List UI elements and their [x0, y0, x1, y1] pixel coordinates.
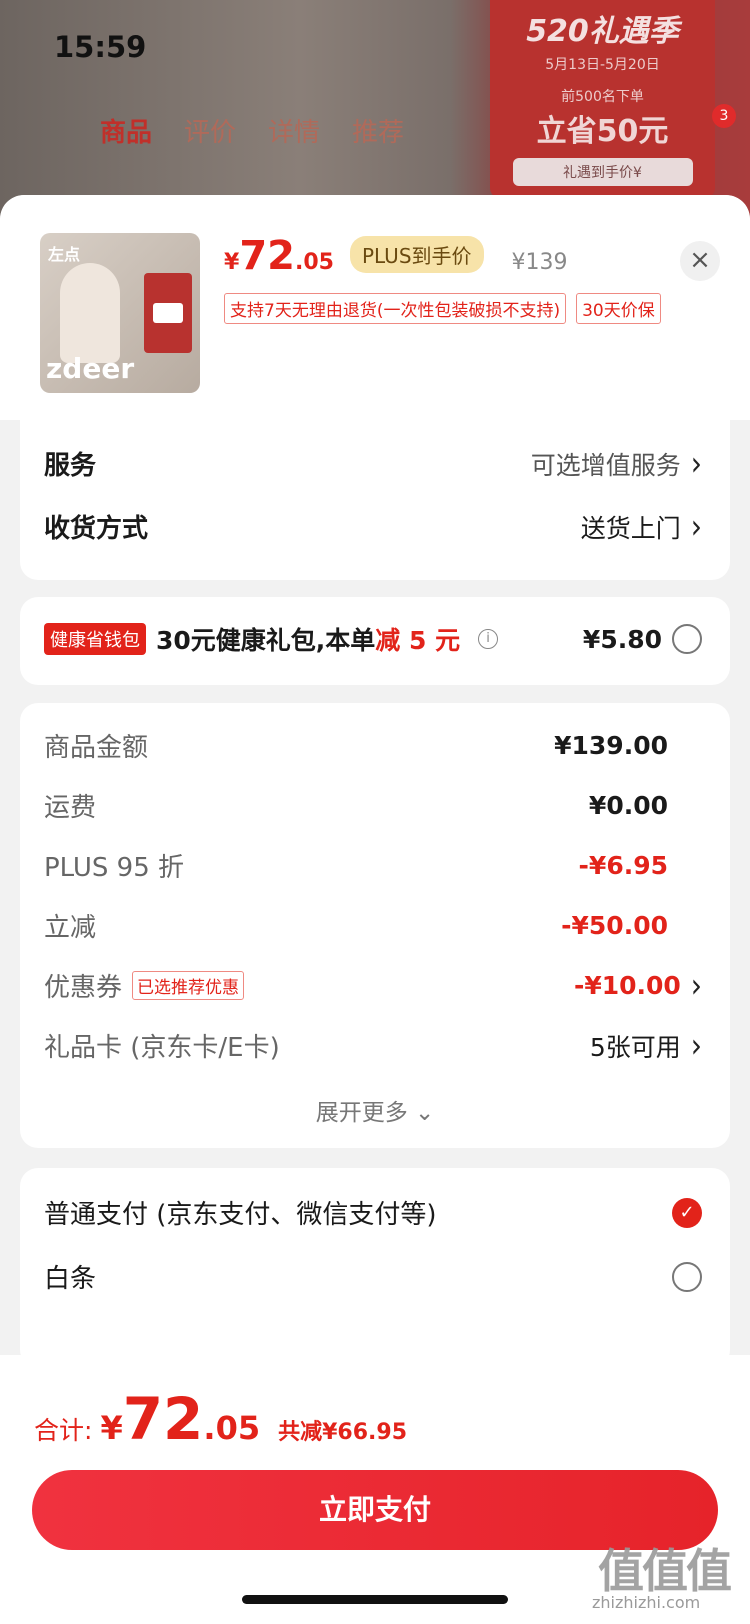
- delivery-label: 收货方式: [44, 514, 149, 544]
- info-icon[interactable]: i: [478, 629, 499, 649]
- service-label: 服务: [44, 451, 97, 481]
- delivery-value: 送货上门: [580, 513, 681, 543]
- coupon-selected-tag: 已选推荐优惠: [132, 971, 245, 1000]
- product-thumbnail: 左点 zdeer: [40, 233, 200, 393]
- summary-row-coupon[interactable]: 优惠券 已选推荐优惠 -¥10.00 ›: [44, 965, 702, 1006]
- status-time: 15:59: [54, 30, 147, 64]
- price-summary-card: 商品金额 ¥139.00 运费 ¥0.00 PLUS 95 折 -¥6.95 立…: [20, 703, 730, 1148]
- health-wallet-text: 30元健康礼包,本单减 5 元: [156, 626, 461, 655]
- payment-method-card: 普通支付 (京东支付、微信支付等) ✓ 白条: [20, 1168, 730, 1368]
- health-wallet-tag: 健康省钱包: [44, 623, 146, 655]
- tab-reviews: 评价: [184, 118, 237, 148]
- product-header: 左点 zdeer ¥72.05 PLUS到手价 ¥139 × 支持7天无理由退货…: [0, 195, 750, 420]
- promo-line3: 礼遇到手价¥: [512, 158, 693, 186]
- watermark-url: zhizhizhi.com: [592, 1593, 701, 1612]
- health-wallet-price: ¥5.80: [582, 624, 662, 654]
- service-card: 服务 可选增值服务 › 收货方式 送货上门 ›: [20, 395, 730, 580]
- checked-radio-icon[interactable]: ✓: [672, 1197, 702, 1228]
- thumb-brand: zdeer: [46, 352, 135, 385]
- service-value: 可选增值服务: [530, 450, 681, 480]
- unchecked-radio-icon[interactable]: [672, 1261, 702, 1292]
- promo-title: 520礼遇季: [526, 14, 679, 49]
- tab-details: 详情: [268, 118, 321, 148]
- original-price: ¥139: [511, 250, 568, 275]
- price-row: ¥72.05 PLUS到手价 ¥139: [224, 233, 568, 279]
- thumb-figure: [60, 263, 120, 363]
- summary-row-goods: 商品金额 ¥139.00: [44, 731, 668, 763]
- payment-option-normal[interactable]: 普通支付 (京东支付、微信支付等) ✓: [44, 1194, 702, 1231]
- promo-line2: 立省50元: [536, 114, 669, 149]
- summary-row-gift-card[interactable]: 礼品卡 (京东卡/E卡) 5张可用 ›: [44, 1025, 702, 1066]
- chevron-right-icon: ›: [690, 965, 702, 1006]
- summary-row-shipping: 运费 ¥0.00: [44, 791, 668, 823]
- cart-count-badge: 3: [712, 104, 736, 128]
- tab-recommend: 推荐: [352, 118, 405, 148]
- expand-more-button[interactable]: 展开更多 ⌄: [20, 1093, 730, 1127]
- total-amount: 合计: ¥72.05 共减¥66.95: [34, 1385, 408, 1453]
- service-tags: 支持7天无理由退货(一次性包装破损不支持) 30天价保: [224, 293, 661, 324]
- summary-row-instant-off: 立减 -¥50.00: [44, 911, 668, 943]
- health-wallet-radio[interactable]: [672, 624, 702, 654]
- current-price: ¥72.05: [224, 233, 334, 279]
- return-policy-tag: 支持7天无理由退货(一次性包装破损不支持): [224, 293, 567, 324]
- total-label: 合计:: [34, 1416, 93, 1445]
- payment-option-baitiao[interactable]: 白条: [44, 1258, 702, 1295]
- plus-price-tag: PLUS到手价: [349, 236, 484, 273]
- thumb-logo: 左点: [48, 245, 81, 264]
- summary-row-plus-discount: PLUS 95 折 -¥6.95: [44, 851, 668, 883]
- chevron-right-icon: ›: [690, 443, 702, 484]
- delivery-row[interactable]: 收货方式 送货上门 ›: [44, 506, 702, 547]
- service-row[interactable]: 服务 可选增值服务 ›: [44, 443, 702, 484]
- close-icon[interactable]: ×: [680, 241, 720, 281]
- home-indicator: [242, 1595, 508, 1604]
- chevron-right-icon: ›: [690, 1025, 702, 1066]
- background-tabs: 商品 评价 详情 推荐: [100, 112, 404, 149]
- watermark-logo: 值值值: [598, 1544, 732, 1598]
- promo-line1: 前500名下单: [561, 89, 644, 105]
- checkout-footer: 合计: ¥72.05 共减¥66.95 立即支付 值值值 zhizhizhi.c…: [0, 1355, 750, 1624]
- background-promo-banner: 520礼遇季 5月13日-5月20日 前500名下单 立省50元 礼遇到手价¥: [490, 0, 715, 198]
- promo-dates: 5月13日-5月20日: [545, 57, 660, 73]
- health-wallet-row[interactable]: 健康省钱包 30元健康礼包,本单减 5 元 i ¥5.80: [44, 621, 702, 657]
- price-protect-tag: 30天价保: [576, 293, 661, 324]
- health-wallet-card: 健康省钱包 30元健康礼包,本单减 5 元 i ¥5.80: [20, 597, 730, 685]
- thumb-device: [144, 273, 192, 353]
- tab-goods: 商品: [100, 118, 153, 148]
- total-saved: 共减¥66.95: [278, 1420, 408, 1445]
- chevron-right-icon: ›: [690, 506, 702, 547]
